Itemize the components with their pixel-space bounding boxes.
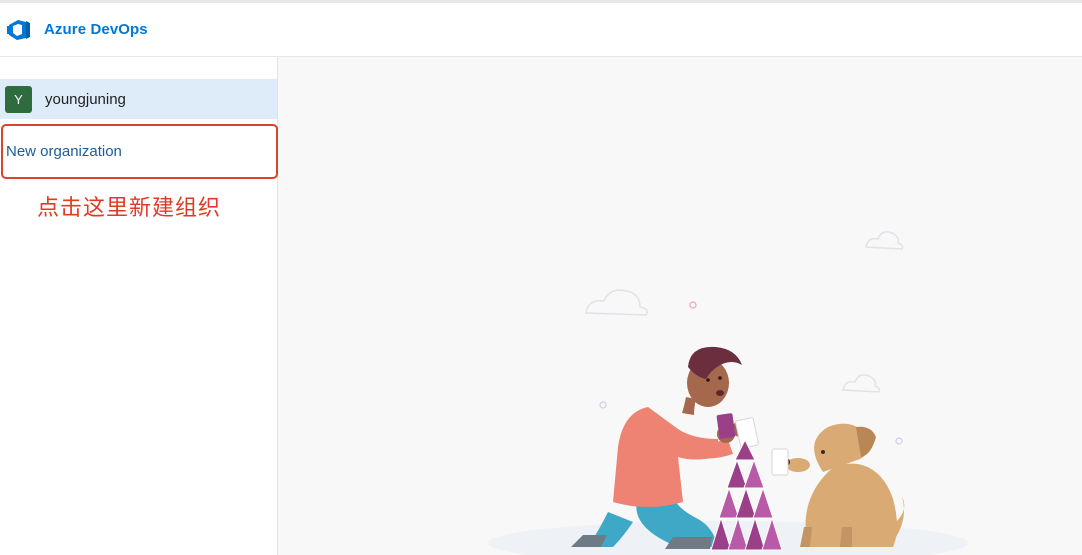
organization-name: youngjuning: [45, 90, 126, 108]
annotation-callout: 点击这里新建组织: [37, 196, 222, 221]
brand-title: Azure DevOps: [44, 21, 148, 38]
cloud-icon: [585, 231, 904, 393]
top-header: Azure DevOps: [0, 0, 1082, 57]
person-building-card-house-with-dog-illustration: [488, 231, 968, 555]
new-organization-link-highlight[interactable]: New organization: [1, 124, 278, 179]
person-figure: [571, 346, 759, 549]
new-organization-link[interactable]: New organization: [6, 143, 122, 160]
organizations-sidebar: Y youngjuning New organization 点击这里新建组织: [0, 57, 278, 555]
organization-item-youngjuning[interactable]: Y youngjuning: [0, 79, 277, 119]
azure-devops-logo-icon: [6, 17, 32, 43]
brand-link[interactable]: Azure DevOps: [0, 3, 148, 56]
organization-avatar: Y: [5, 85, 32, 113]
main-content: [278, 57, 1082, 555]
